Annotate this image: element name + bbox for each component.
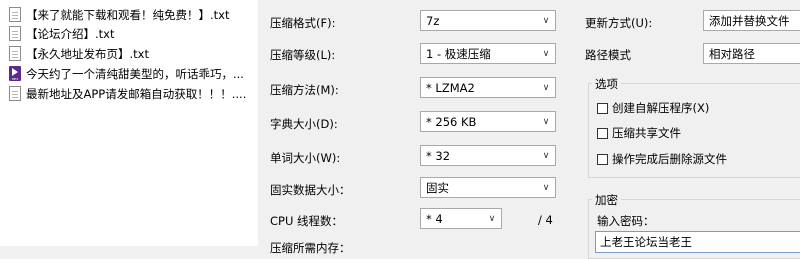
solid-block-value: 固实 (426, 180, 449, 195)
cpu-threads-total: / 4 (538, 213, 553, 227)
chevron-down-icon: ∨ (542, 48, 550, 59)
chevron-down-icon: ∨ (542, 182, 550, 193)
compression-level-select[interactable]: 1 - 极速压缩 ∨ (420, 43, 556, 64)
compress-shared-label: 压缩共享文件 (612, 126, 681, 140)
word-size-value: * 32 (426, 148, 451, 163)
file-name: 【论坛介绍】.txt (26, 26, 115, 41)
chevron-down-icon: ∨ (542, 150, 550, 161)
path-mode-value: 相对路径 (709, 46, 755, 61)
cpu-threads-label: CPU 线程数： (270, 214, 344, 228)
update-mode-select[interactable]: 添加并替换文件 (703, 10, 800, 31)
chevron-down-icon: ∨ (542, 15, 550, 26)
file-list-item[interactable]: 今天约了一个清纯甜美型的，听话乖巧，... (0, 64, 248, 83)
path-mode-select[interactable]: 相对路径 (703, 43, 800, 64)
checkbox-box (597, 153, 608, 165)
delete-after-label: 操作完成后删除源文件 (612, 152, 727, 166)
file-name: 【来了就能下载和观看！纯免费！】.txt (26, 7, 230, 22)
checkbox-box (597, 102, 608, 114)
file-name: 今天约了一个清纯甜美型的，听话乖巧，... (26, 66, 244, 81)
word-size-select[interactable]: * 32 ∨ (420, 145, 556, 166)
file-list-item[interactable]: 【永久地址发布页】.txt (0, 44, 248, 63)
delete-after-checkbox[interactable]: 操作完成后删除源文件 (597, 151, 727, 167)
chevron-down-icon: ∨ (542, 116, 550, 127)
cpu-threads-select[interactable]: * 4 ∨ (420, 208, 502, 229)
file-list-item[interactable]: 【论坛介绍】.txt (0, 24, 248, 43)
file-name: 最新地址及APP请发邮箱自动获取！！！.... (26, 86, 247, 101)
compression-method-label: 压缩方法(M): (270, 83, 339, 97)
password-label: 输入密码： (597, 214, 655, 228)
compression-method-value: * LZMA2 (426, 80, 475, 95)
path-mode-label: 路径模式 (585, 48, 631, 62)
encryption-group-title: 加密 (592, 192, 621, 208)
dictionary-size-label: 字典大小(D): (270, 117, 338, 131)
text-file-icon (9, 26, 21, 41)
word-size-label: 单词大小(W): (270, 151, 341, 165)
create-sfx-label: 创建自解压程序(X) (612, 101, 710, 115)
text-file-icon (9, 46, 21, 61)
archive-format-label: 压缩格式(F): (270, 16, 336, 30)
dictionary-size-select[interactable]: * 256 KB ∨ (420, 111, 556, 132)
cpu-threads-value: * 4 (426, 211, 443, 226)
dictionary-size-value: * 256 KB (426, 114, 477, 129)
video-file-icon (9, 66, 21, 81)
archive-format-select[interactable]: 7z ∨ (420, 10, 556, 31)
update-mode-label: 更新方式(U): (585, 16, 653, 30)
password-input[interactable]: 上老王论坛当老王 (595, 231, 800, 253)
options-group-title: 选项 (592, 76, 621, 92)
file-list-panel: 【来了就能下载和观看！纯免费！】.txt 【论坛介绍】.txt 【永久地址发布页… (0, 0, 248, 246)
chevron-down-icon: ∨ (542, 82, 550, 93)
create-sfx-checkbox[interactable]: 创建自解压程序(X) (597, 100, 709, 116)
list-margin (248, 0, 258, 246)
add-to-archive-dialog: 压缩格式(F): 压缩等级(L): 压缩方法(M): 字典大小(D): 单词大小… (258, 0, 800, 259)
file-name: 【永久地址发布页】.txt (26, 46, 149, 61)
compression-method-select[interactable]: * LZMA2 ∨ (420, 77, 556, 98)
text-file-icon (9, 7, 21, 22)
compression-level-value: 1 - 极速压缩 (426, 46, 491, 61)
solid-block-select[interactable]: 固实 ∨ (420, 177, 556, 198)
solid-block-label: 固实数据大小： (270, 183, 351, 197)
compress-shared-checkbox[interactable]: 压缩共享文件 (597, 125, 681, 141)
archive-format-value: 7z (426, 13, 440, 28)
update-mode-value: 添加并替换文件 (709, 13, 790, 28)
text-file-icon (9, 86, 21, 101)
file-list-item[interactable]: 【来了就能下载和观看！纯免费！】.txt (0, 5, 248, 24)
chevron-down-icon: ∨ (488, 213, 496, 224)
checkbox-box (597, 127, 608, 139)
compression-level-label: 压缩等级(L): (270, 48, 336, 62)
file-list-item[interactable]: 最新地址及APP请发邮箱自动获取！！！.... (0, 84, 248, 103)
memory-usage-label: 压缩所需内存： (270, 241, 351, 255)
